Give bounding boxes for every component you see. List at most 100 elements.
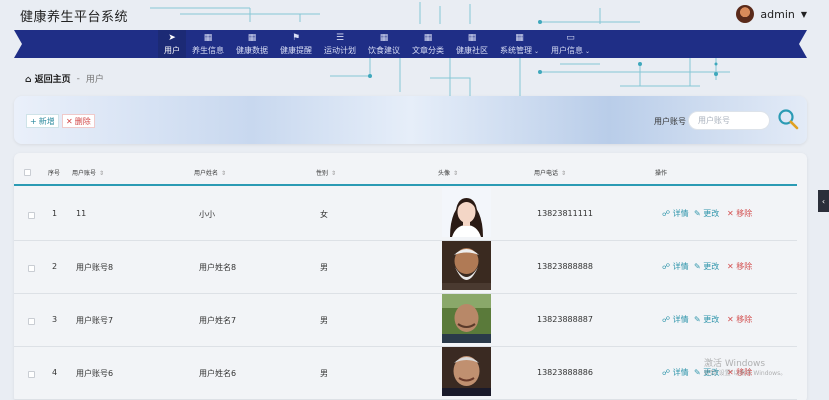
cell-account: 用户账号7 xyxy=(76,316,114,325)
detail-label: 详情 xyxy=(672,209,689,218)
col-gender-label: 性别 xyxy=(316,170,329,177)
cell-index: 1 xyxy=(52,209,58,218)
col-phone-label: 用户电话 xyxy=(534,170,559,177)
detail-button[interactable]: ☍ 详情 xyxy=(662,314,689,325)
nav-item-text: 健康社区 xyxy=(456,46,488,55)
grid-icon: ▦ xyxy=(423,33,433,43)
cell-name: 用户姓名6 xyxy=(199,369,237,378)
edit-button[interactable]: ✎ 更改 xyxy=(694,208,719,219)
chevron-down-icon: ⌄ xyxy=(585,48,591,55)
user-menu[interactable]: admin ▼ xyxy=(736,5,807,23)
app-title: 健康养生平台系统 xyxy=(20,10,129,25)
user-avatar-image xyxy=(442,188,491,237)
col-account[interactable]: 用户账号 ⇕ xyxy=(72,168,104,177)
sort-icon: ⇕ xyxy=(99,170,105,177)
detail-label: 详情 xyxy=(672,262,689,271)
sort-icon: ⇕ xyxy=(331,170,337,177)
cell-account: 用户账号6 xyxy=(76,369,114,378)
row-checkbox[interactable] xyxy=(28,371,35,378)
nav-item-5[interactable]: ▦ 饮食建议 xyxy=(362,30,406,58)
edit-icon: ✎ xyxy=(694,315,701,324)
main-nav: ➤ 用户 ▦ 养生信息 ▦ 健康数据 ⚑ 健康提醒 ☰ 运动计划 ▦ 饮食建议 ▦ 文章分类 ▦ 健康社区 ▦ 系… xyxy=(158,30,596,58)
remove-button[interactable]: ✕ 移除 xyxy=(727,208,752,219)
col-gender[interactable]: 性别 ⇕ xyxy=(316,168,336,177)
breadcrumb-home[interactable]: ⌂ 返回主页 xyxy=(25,72,71,85)
edit-label: 更改 xyxy=(703,262,720,271)
row-checkbox[interactable] xyxy=(28,212,35,219)
nav-item-3[interactable]: ⚑ 健康提醒 xyxy=(274,30,318,58)
close-icon: ✕ xyxy=(727,209,734,218)
breadcrumb: ⌂ 返回主页 - 用户 xyxy=(25,72,104,86)
row-checkbox[interactable] xyxy=(28,265,35,272)
nav-item-label: 养生信息 xyxy=(192,45,224,56)
grid-icon: ▦ xyxy=(515,33,524,43)
detail-button[interactable]: ☍ 详情 xyxy=(662,261,689,272)
remove-label: 移除 xyxy=(736,209,753,218)
edit-button[interactable]: ✎ 更改 xyxy=(694,261,719,272)
close-icon: ✕ xyxy=(727,262,734,271)
detail-label: 详情 xyxy=(672,368,689,377)
nav-item-9[interactable]: ▭ 用户信息 ⌄ xyxy=(545,30,596,58)
col-avatar[interactable]: 头像 ⇕ xyxy=(438,168,458,177)
nav-item-4[interactable]: ☰ 运动计划 xyxy=(318,30,362,58)
cell-name: 用户姓名8 xyxy=(199,263,237,272)
cell-name: 用户姓名7 xyxy=(199,316,237,325)
table-row: 2 用户账号8 用户姓名8 男 13823888888 ☍ 详情 ✎ 更改 ✕ 移除 xyxy=(14,241,797,294)
sort-icon: ⇕ xyxy=(221,170,227,177)
window-icon: ▭ xyxy=(566,33,575,43)
cell-gender: 男 xyxy=(320,316,328,325)
close-icon: ✕ xyxy=(66,116,73,126)
add-button[interactable]: + 新增 xyxy=(26,114,59,128)
cell-index: 4 xyxy=(52,368,58,377)
detail-label: 详情 xyxy=(672,315,689,324)
table-row: 1 11 小小女 13823811111 ☍ 详情 ✎ 更改 ✕ 移除 xyxy=(14,188,797,241)
search-input[interactable] xyxy=(688,111,770,130)
user-avatar-image xyxy=(442,347,491,396)
side-collapse-tab[interactable]: ‹ xyxy=(818,190,829,212)
watermark-line-1: 激活 Windows xyxy=(704,359,766,369)
sort-icon: ⇕ xyxy=(561,170,567,177)
user-table: 序号 用户账号 ⇕ 用户姓名 ⇕ 性别 ⇕ 头像 ⇕ 用户电话 ⇕ 操作 1 11 小小女 13… xyxy=(14,153,807,400)
grid-icon: ▦ xyxy=(467,33,477,43)
nav-item-1[interactable]: ▦ 养生信息 xyxy=(186,30,230,58)
detail-button[interactable]: ☍ 详情 xyxy=(662,367,689,378)
row-checkbox[interactable] xyxy=(28,318,35,325)
nav-item-label: 文章分类 xyxy=(412,45,444,56)
cell-gender: 女 xyxy=(320,210,328,219)
cell-index: 2 xyxy=(52,262,58,271)
detail-button[interactable]: ☍ 详情 xyxy=(662,208,689,219)
edit-button[interactable]: ✎ 更改 xyxy=(694,314,719,325)
cell-index: 3 xyxy=(52,315,58,324)
sort-icon: ⇕ xyxy=(453,170,459,177)
windows-activation-watermark: 激活 Windows 转到"设置"以激活 Windows。 xyxy=(704,359,786,379)
home-icon: ⌂ xyxy=(25,75,32,85)
remove-button[interactable]: ✕ 移除 xyxy=(727,261,752,272)
table-row: 3 用户账号7 用户姓名7 男 13823888887 ☍ 详情 ✎ 更改 ✕ 移除 xyxy=(14,294,797,347)
top-bar: 健康养生平台系统 admin ▼ xyxy=(0,0,829,30)
col-phone[interactable]: 用户电话 ⇕ xyxy=(534,168,566,177)
search-icon[interactable] xyxy=(777,108,799,130)
remove-label: 移除 xyxy=(736,262,753,271)
user-avatar-image xyxy=(442,241,491,290)
search-label: 用户账号 xyxy=(654,117,686,126)
search-toolbar: + 新增 ✕ 删除 用户账号 xyxy=(14,96,807,144)
cell-phone: 13823811111 xyxy=(537,209,593,218)
detail-icon: ☍ xyxy=(662,262,671,271)
nav-item-8[interactable]: ▦ 系统管理 ⌄ xyxy=(494,30,545,58)
cell-name: 小小 xyxy=(199,210,215,219)
col-name[interactable]: 用户姓名 ⇕ xyxy=(194,168,226,177)
nav-item-6[interactable]: ▦ 文章分类 xyxy=(406,30,450,58)
nav-item-text: 饮食建议 xyxy=(368,46,400,55)
select-all-checkbox[interactable] xyxy=(24,169,31,176)
col-actions: 操作 xyxy=(655,170,668,177)
nav-item-text: 运动计划 xyxy=(324,46,356,55)
grid-icon: ▦ xyxy=(247,33,257,43)
nav-item-0[interactable]: ➤ 用户 xyxy=(158,30,186,58)
breadcrumb-current: 用户 xyxy=(85,75,104,85)
cell-phone: 13823888886 xyxy=(537,368,593,377)
nav-item-7[interactable]: ▦ 健康社区 xyxy=(450,30,494,58)
nav-item-2[interactable]: ▦ 健康数据 xyxy=(230,30,274,58)
remove-button[interactable]: ✕ 移除 xyxy=(727,314,752,325)
delete-button[interactable]: ✕ 删除 xyxy=(62,114,95,128)
grid-icon: ▦ xyxy=(203,33,213,43)
